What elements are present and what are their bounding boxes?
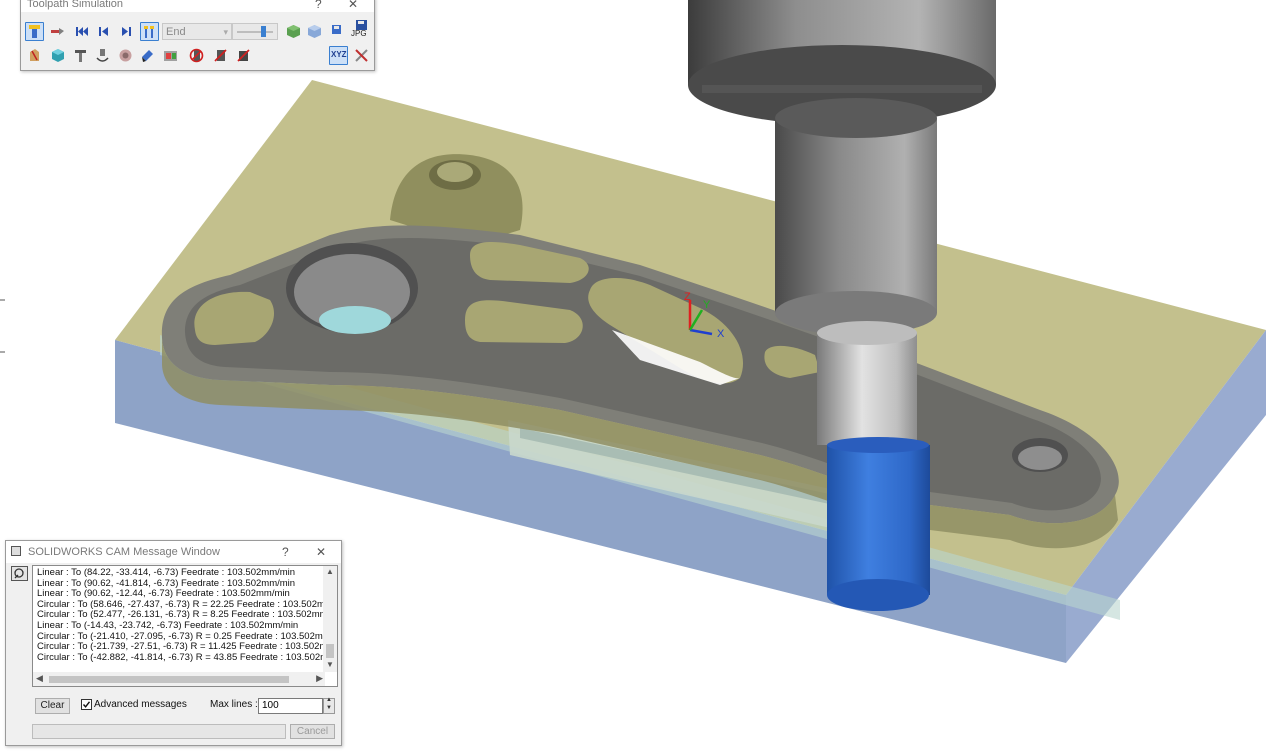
scroll-h-thumb[interactable] [49,676,289,683]
step-forward-button[interactable] [117,22,136,41]
tool-shank-button[interactable] [48,22,67,41]
hide-path-button[interactable] [234,46,253,65]
app-icon [11,546,21,556]
rewind-button[interactable] [73,22,92,41]
triad-z-label: Z [684,291,691,303]
stock-icon [52,49,64,62]
scroll-thumb[interactable] [326,644,334,658]
xyz-view-button[interactable]: XYZ [329,46,348,65]
max-lines-value: 100 [262,700,279,711]
hide-tool-icon [189,48,204,63]
triad-x-label: X [717,328,725,340]
scroll-right-icon[interactable]: ▶ [316,673,323,684]
message-title: SOLIDWORKS CAM Message Window [28,546,220,558]
advanced-messages-checkbox[interactable] [81,699,92,710]
simulation-mode-combo[interactable]: End ▾ [162,23,232,40]
spin-down-icon[interactable]: ▼ [326,705,332,711]
tool-holder-icon [30,49,39,61]
tool-display-icon [29,25,40,38]
toolpath-title: Toolpath Simulation [27,0,124,10]
hide-holder-icon [214,49,227,62]
show-fixture-button[interactable] [161,46,180,65]
pin-icon [14,568,24,579]
message-window[interactable]: SOLIDWORKS CAM Message Window ? ✕ Linear… [5,540,342,746]
message-line: Linear : To (-14.43, -23.742, -6.73) Fee… [37,620,299,631]
save-image-icon [332,25,341,34]
tool-path-icon [96,49,109,62]
run-to-end-icon [144,26,154,38]
show-fixture-icon [164,51,177,61]
stock-transparent-icon [308,25,321,38]
step-back-icon [99,27,108,36]
save-jpg-label: JPG [351,29,367,38]
chevron-down-icon: ▾ [223,27,228,37]
message-list[interactable]: Linear : To (84.22, -33.414, -6.73) Feed… [32,565,338,687]
slider-track [237,31,273,33]
toolpath-close-button[interactable]: ✕ [348,0,358,11]
tool-holder-button[interactable] [25,46,44,65]
stock-solid-button[interactable] [284,22,303,41]
gouge-check-icon [119,49,132,62]
tool-display-button[interactable] [25,22,44,41]
toolpath-help-button[interactable]: ? [315,0,322,11]
spin-up-icon[interactable]: ▲ [326,697,332,703]
scroll-down-icon[interactable]: ▼ [326,660,334,669]
scroll-up-icon[interactable]: ▲ [326,567,334,576]
save-jpg-button[interactable]: JPG [351,18,371,42]
scroll-left-icon[interactable]: ◀ [36,673,43,684]
message-line: Linear : To (84.22, -33.414, -6.73) Feed… [37,567,296,578]
gouge-check-button[interactable] [116,46,135,65]
step-back-button[interactable] [94,22,113,41]
simulation-mode-value: End [166,26,186,38]
stock-solid-icon [287,25,300,38]
step-forward-icon [122,27,131,36]
compare-part-button[interactable] [138,46,157,65]
message-help-button[interactable]: ? [282,546,289,559]
message-line: Circular : To (-42.882, -41.814, -6.73) … [37,651,338,663]
max-lines-spinner[interactable]: ▲ ▼ [323,697,335,714]
part-small-bore [1012,438,1068,472]
simulation-speed-slider[interactable] [232,23,278,40]
hide-holder-button[interactable] [211,46,230,65]
horizontal-scrollbar[interactable]: ◀ ▶ [33,672,325,686]
stock-transparent-button[interactable] [305,22,324,41]
tool-shank-icon [51,28,64,35]
max-lines-label: Max lines : [210,699,258,710]
save-image-button[interactable] [329,22,348,41]
message-close-button[interactable]: ✕ [316,546,326,559]
slider-thumb[interactable] [261,26,266,37]
pin-button[interactable] [11,566,28,581]
compare-part-icon [142,50,153,62]
run-to-end-button[interactable] [140,22,159,41]
progress-bar [32,724,286,739]
cancel-button[interactable]: Cancel [290,724,335,739]
triad-y-label: Y [703,299,711,311]
toolpath-title-bar[interactable]: Toolpath Simulation ? ✕ [21,0,374,12]
rewind-icon [76,27,88,36]
vertical-scrollbar[interactable]: ▲ ▼ [323,566,337,672]
checkmark-icon [82,701,91,708]
xyz-label: XYZ [331,50,347,59]
hide-tool-button[interactable] [187,46,206,65]
hide-path-icon [237,49,250,62]
advanced-messages-label: Advanced messages [94,699,187,710]
tool-path-button[interactable] [93,46,112,65]
simulation-options-button[interactable] [352,46,371,65]
tool-only-button[interactable] [71,46,90,65]
max-lines-input[interactable]: 100 [258,698,323,714]
tool-only-icon [75,50,86,62]
message-title-bar[interactable]: SOLIDWORKS CAM Message Window ? ✕ [6,541,341,563]
clear-button[interactable]: Clear [35,698,70,714]
toolpath-simulation-window[interactable]: Toolpath Simulation ? ✕ End ▾ JPG XYZ [20,0,375,71]
stock-button[interactable] [48,46,67,65]
tools-icon [355,49,368,62]
